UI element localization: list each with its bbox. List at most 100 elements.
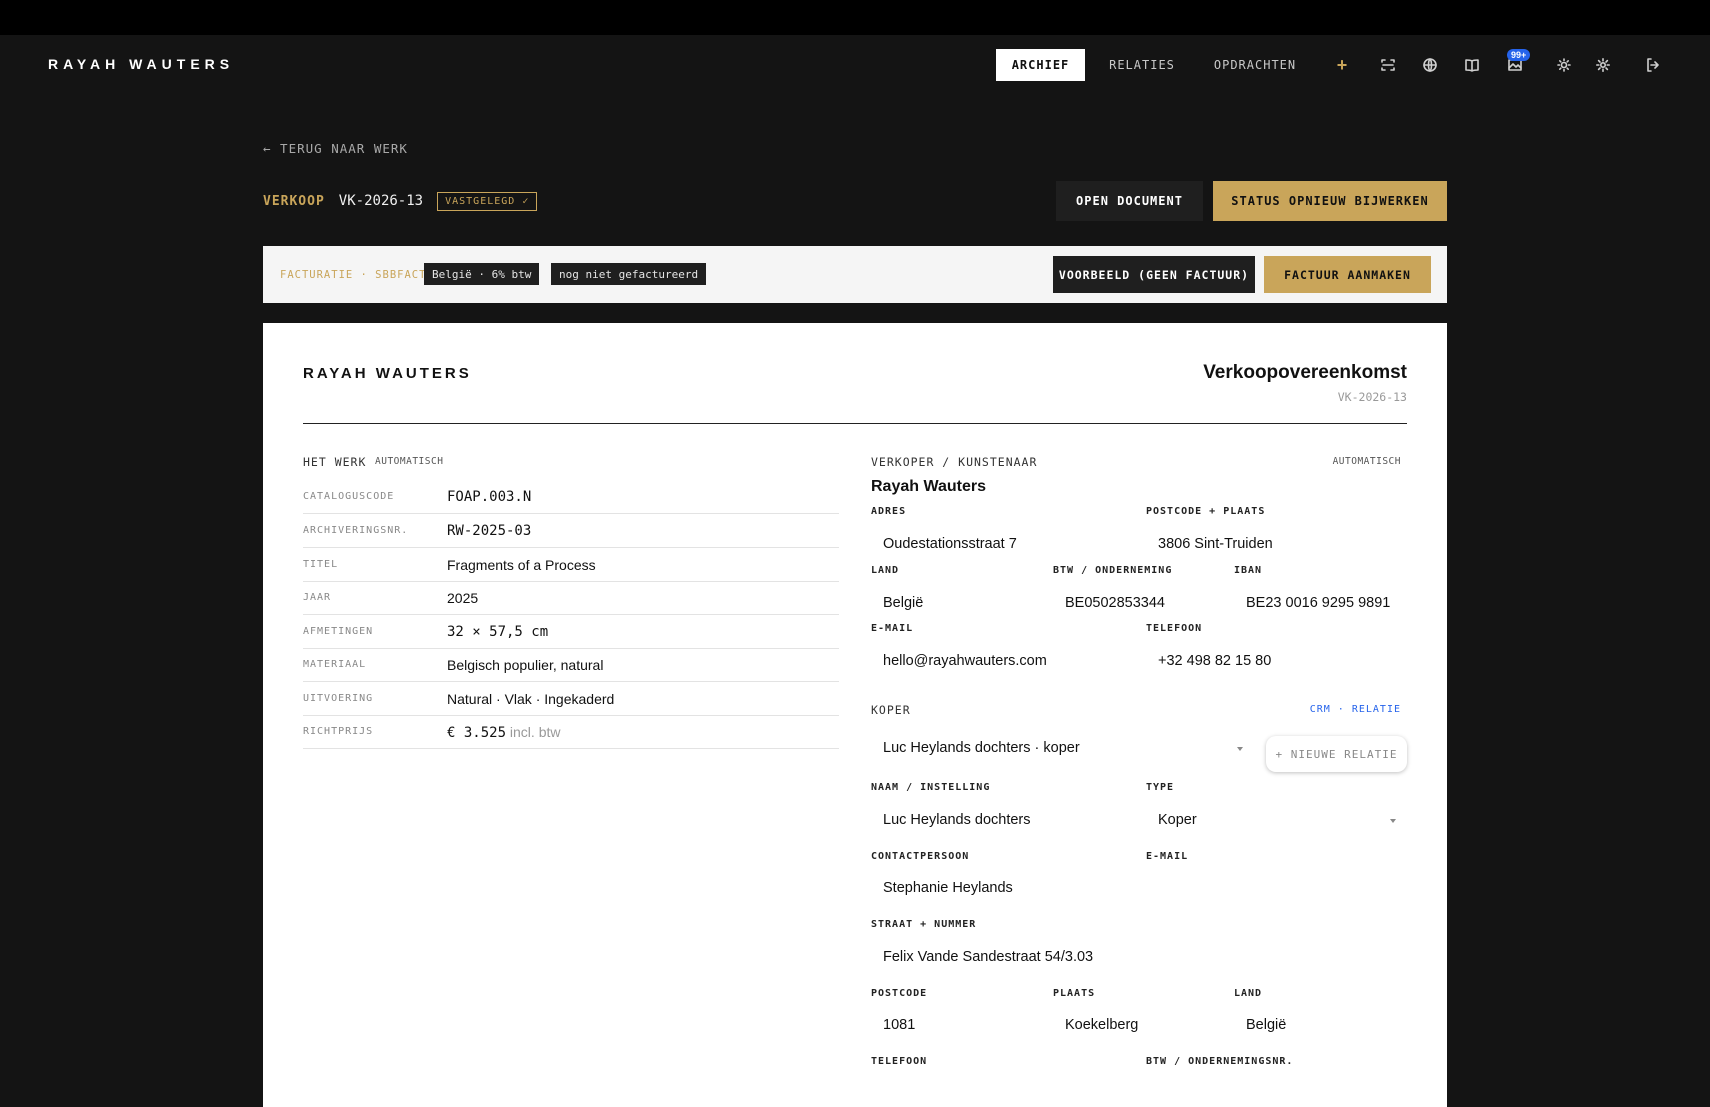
work-row-value: 32 × 57,5 cm [447, 624, 549, 640]
buyer-street-field[interactable]: Felix Vande Sandestraat 54/3.03 [883, 949, 1093, 965]
work-row: JAAR 2025 [303, 581, 839, 615]
seller-address-field[interactable]: Oudestationsstraat 7 [883, 536, 1017, 552]
work-row-label: RICHTPRIJS [303, 726, 374, 737]
work-row: MATERIAAL Belgisch populier, natural [303, 648, 839, 682]
field-label: NAAM / INSTELLING [871, 782, 991, 793]
buyer-city-field[interactable]: Koekelberg [1065, 1017, 1138, 1033]
field-label: E-MAIL [1146, 851, 1189, 862]
work-row-label: CATALOGUSCODE [303, 491, 395, 502]
add-icon[interactable]: + [1332, 55, 1352, 75]
field-label: LAND [871, 565, 900, 576]
work-row-value: Fragments of a Process [447, 557, 596, 573]
buyer-type-select[interactable]: Koper [1158, 812, 1197, 828]
seller-heading: VERKOPER / KUNSTENAAR [871, 455, 1038, 469]
buyer-name-field[interactable]: Luc Heylands dochters [883, 812, 1031, 828]
field-label: POSTCODE [871, 988, 928, 999]
back-link[interactable]: ← TERUG NAAR WERK [263, 141, 408, 156]
work-row-label: AFMETINGEN [303, 626, 374, 637]
work-row-value: 2025 [447, 590, 479, 606]
vat-chip: België · 6% btw [424, 263, 540, 285]
nav-relaties[interactable]: RELATIES [1097, 49, 1187, 81]
book-icon[interactable] [1462, 55, 1482, 75]
new-relation-button[interactable]: + NIEUWE RELATIE [1266, 736, 1407, 772]
price-suffix: incl. btw [509, 724, 561, 740]
seller-vat-field[interactable]: BE0502853344 [1065, 595, 1165, 611]
work-row-value: Natural · Vlak · Ingekaderd [447, 691, 615, 707]
work-row-value: FOAP.003.N [447, 489, 532, 505]
price-value: € 3.525 [447, 725, 507, 741]
document-title: Verkoopovereenkomst [1203, 362, 1407, 383]
field-label: IBAN [1234, 565, 1263, 576]
buyer-postcode-field[interactable]: 1081 [883, 1017, 915, 1033]
preview-invoice-button[interactable]: VOORBEELD (GEEN FACTUUR) [1053, 256, 1255, 293]
record-title: VERKOOP VK-2026-13 VASTGELEGD ✓ [263, 190, 538, 212]
field-label: POSTCODE + PLAATS [1146, 506, 1266, 517]
logout-icon[interactable] [1643, 55, 1663, 75]
field-label: STRAAT + NUMMER [871, 919, 977, 930]
work-row: UITVOERING Natural · Vlak · Ingekaderd [303, 682, 839, 716]
work-row: CATALOGUSCODE FOAP.003.N [303, 480, 839, 514]
field-label: BTW / ONDERNEMINGSNR. [1146, 1056, 1294, 1067]
gear-icon[interactable] [1593, 55, 1613, 75]
work-auto-tag: AUTOMATISCH [375, 456, 444, 467]
record-kind: VERKOOP [263, 193, 325, 209]
work-row-label: JAAR [303, 592, 332, 603]
seller-country-field[interactable]: België [883, 595, 923, 611]
work-row-label: UITVOERING [303, 693, 374, 704]
sales-agreement-document: RAYAH WAUTERS Verkoopovereenkomst VK-202… [263, 323, 1447, 1107]
buyer-heading: KOPER [871, 703, 911, 717]
seller-iban-field[interactable]: BE23 0016 9295 9891 [1246, 595, 1390, 611]
field-label: TYPE [1146, 782, 1175, 793]
buyer-contact-field[interactable]: Stephanie Heylands [883, 880, 1013, 896]
relation-select[interactable]: Luc Heylands dochters · koper [883, 740, 1080, 756]
work-row-label: ARCHIVERINGSNR. [303, 525, 409, 536]
field-label: TELEFOON [1146, 623, 1203, 634]
work-row-value: Belgisch populier, natural [447, 657, 604, 673]
create-invoice-button[interactable]: FACTUUR AANMAKEN [1264, 256, 1431, 293]
nav-opdrachten[interactable]: OPDRACHTEN [1204, 49, 1306, 81]
chevron-down-icon[interactable] [1237, 747, 1243, 751]
refresh-status-button[interactable]: STATUS OPNIEUW BIJWERKEN [1213, 181, 1447, 221]
chevron-down-icon[interactable] [1390, 819, 1396, 823]
seller-postcode-city-field[interactable]: 3806 Sint-Truiden [1158, 536, 1273, 552]
document-reference: VK-2026-13 [1337, 390, 1407, 404]
sun-icon[interactable] [1554, 55, 1574, 75]
open-document-button[interactable]: OPEN DOCUMENT [1056, 181, 1203, 221]
buyer-country-field[interactable]: België [1246, 1017, 1286, 1033]
work-row-value: RW-2025-03 [447, 523, 532, 539]
window-top-strip [0, 0, 1710, 35]
brand-logo[interactable]: RAYAH WAUTERS [48, 56, 234, 72]
globe-icon[interactable] [1420, 55, 1440, 75]
seller-name: Rayah Wauters [871, 478, 986, 495]
seller-email-field[interactable]: hello@rayahwauters.com [883, 653, 1047, 669]
seller-phone-field[interactable]: +32 498 82 15 80 [1158, 653, 1271, 669]
work-row-label: MATERIAAL [303, 659, 367, 670]
invoice-status-chip: nog niet gefactureerd [551, 263, 707, 285]
document-brand: RAYAH WAUTERS [303, 365, 472, 382]
invoice-label: FACTURATIE · SBBFACT [280, 269, 427, 281]
work-row: ARCHIVERINGSNR. RW-2025-03 [303, 514, 839, 548]
field-label: LAND [1234, 988, 1263, 999]
work-heading: HET WERK [303, 455, 367, 469]
work-row-value: € 3.525 incl. btw [447, 724, 560, 741]
field-label: PLAATS [1053, 988, 1096, 999]
work-row: AFMETINGEN 32 × 57,5 cm [303, 615, 839, 649]
field-label: CONTACTPERSOON [871, 851, 970, 862]
nav-archief[interactable]: ARCHIEF [996, 49, 1085, 81]
work-row: TITEL Fragments of a Process [303, 548, 839, 582]
field-label: BTW / ONDERNEMING [1053, 565, 1173, 576]
seller-auto-tag: AUTOMATISCH [1332, 456, 1401, 467]
field-label: E-MAIL [871, 623, 914, 634]
field-label: ADRES [871, 506, 907, 517]
divider [303, 423, 1407, 424]
invoice-bar: FACTURATIE · SBBFACT België · 6% btw nog… [263, 246, 1447, 303]
scan-icon[interactable] [1378, 55, 1398, 75]
crm-relation-link[interactable]: CRM · RELATIE [1310, 704, 1401, 715]
field-label: TELEFOON [871, 1056, 928, 1067]
work-row: RICHTPRIJS € 3.525 incl. btw [303, 715, 839, 749]
work-row-label: TITEL [303, 559, 339, 570]
notification-badge: 99+ [1507, 49, 1531, 61]
top-navigation: RAYAH WAUTERS ARCHIEF RELATIES OPDRACHTE… [0, 35, 1710, 95]
status-badge: VASTGELEGD ✓ [437, 191, 538, 211]
record-id: VK-2026-13 [338, 193, 424, 209]
